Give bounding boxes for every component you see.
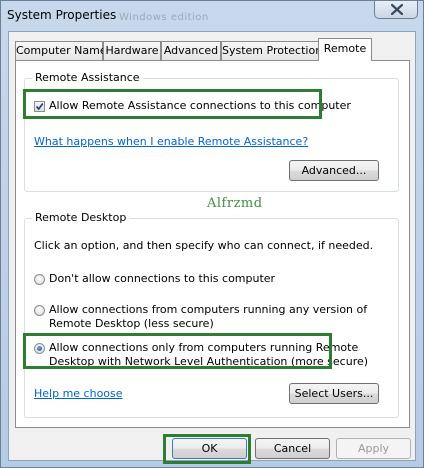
allow-any-version-label-line2[interactable]: Remote Desktop (less secure): [49, 317, 214, 330]
select-users-button-label: Select Users...: [294, 387, 374, 400]
checkmark-icon: [35, 103, 44, 111]
tab-hardware[interactable]: Hardware: [103, 41, 161, 60]
dont-allow-radio[interactable]: [34, 274, 45, 285]
allow-remote-assistance-checkbox[interactable]: [34, 101, 45, 112]
watermark-text: Alfrzmd: [207, 196, 263, 211]
cancel-button[interactable]: Cancel: [255, 438, 330, 459]
tab-label: Remote: [323, 42, 367, 55]
close-button[interactable]: [374, 1, 418, 19]
remote-assistance-group-label: Remote Assistance: [32, 71, 143, 84]
allow-nla-only-label-line1[interactable]: Allow connections only from computers ru…: [49, 341, 358, 354]
title-bar[interactable]: System Properties Windows edition: [1, 1, 423, 31]
allow-nla-only-radio[interactable]: [34, 343, 45, 354]
dont-allow-label[interactable]: Don't allow connections to this computer: [49, 272, 275, 285]
allow-any-version-label-line1[interactable]: Allow connections from computers running…: [49, 303, 367, 316]
cancel-button-label: Cancel: [273, 442, 312, 455]
remote-desktop-group: Remote Desktop Click an option, and then…: [24, 211, 399, 418]
tab-label: Computer Name: [16, 44, 107, 57]
close-icon: [391, 4, 403, 15]
tab-label: Advanced: [163, 44, 219, 57]
dialog-client-area: Computer Name Hardware Advanced System P…: [8, 31, 416, 461]
tab-system-protection[interactable]: System Protection: [221, 41, 322, 60]
ok-button-label: OK: [201, 442, 218, 455]
allow-nla-only-label-line2[interactable]: Desktop with Network Level Authenticatio…: [49, 355, 368, 368]
system-properties-window: System Properties Windows edition Comput…: [0, 0, 424, 468]
advanced-button-label: Advanced...: [301, 164, 367, 177]
apply-button-label: Apply: [357, 442, 390, 455]
help-me-choose-link[interactable]: Help me choose: [34, 387, 123, 400]
allow-any-version-radio[interactable]: [34, 305, 45, 316]
remote-desktop-group-label: Remote Desktop: [32, 211, 130, 224]
window-title: System Properties: [7, 8, 117, 22]
remote-tab-panel: Remote Assistance Allow Remote Assistanc…: [15, 60, 410, 428]
select-users-button[interactable]: Select Users...: [289, 383, 379, 404]
tab-advanced[interactable]: Advanced: [161, 41, 221, 60]
tab-label: System Protection: [222, 44, 323, 57]
advanced-button[interactable]: Advanced...: [289, 160, 379, 181]
allow-remote-assistance-label[interactable]: Allow Remote Assistance connections to t…: [49, 99, 351, 112]
remote-desktop-instruction: Click an option, and then specify who ca…: [34, 239, 374, 252]
title-bar-ghost-text: Windows edition: [119, 12, 209, 23]
remote-assistance-help-link[interactable]: What happens when I enable Remote Assist…: [34, 135, 308, 148]
tab-computer-name[interactable]: Computer Name: [15, 41, 107, 60]
remote-assistance-group: Remote Assistance Allow Remote Assistanc…: [24, 71, 399, 192]
ok-button[interactable]: OK: [172, 438, 247, 459]
apply-button[interactable]: Apply: [336, 438, 411, 459]
tab-label: Hardware: [105, 44, 159, 57]
tab-remote[interactable]: Remote: [318, 38, 372, 61]
